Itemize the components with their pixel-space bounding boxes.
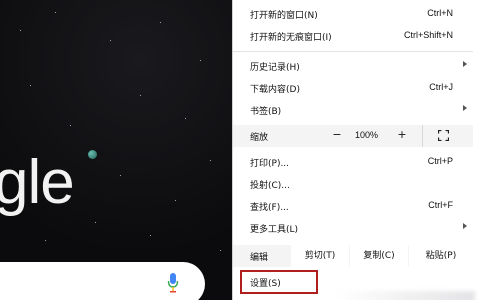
menu-item-shortcut: Ctrl+N (427, 8, 453, 18)
menu-item-print[interactable]: 打印(P)... Ctrl+P (233, 152, 473, 172)
zoom-in-button[interactable]: + (395, 128, 409, 141)
submenu-arrow-icon (463, 105, 467, 111)
star (55, 12, 56, 13)
zoom-label: 缩放 (250, 133, 269, 143)
menu-item-label: 查找(F)... (250, 203, 289, 213)
menu-item-label: 历史记录(H) (250, 63, 300, 73)
google-logo: gle (0, 148, 75, 217)
settings-highlight-box (240, 270, 318, 294)
menu-item-new-incognito-window[interactable]: 打开新的无痕窗口(I) Ctrl+Shift+N (233, 26, 473, 46)
menu-item-label: 投射(C)... (250, 181, 290, 191)
screen: gle 打开新的窗口(N) Ctrl+N 打开新的无痕窗口(I) Ctrl+Sh… (0, 0, 480, 300)
copy-button[interactable]: 复制(C) (350, 245, 408, 267)
menu-item-label: 打印(P)... (250, 159, 290, 169)
menu-item-label: 书签(B) (250, 107, 282, 117)
star (95, 222, 96, 223)
fullscreen-icon[interactable] (438, 130, 449, 141)
menu-item-find[interactable]: 查找(F)... Ctrl+F (233, 196, 473, 216)
menu-separator (233, 51, 473, 52)
star (30, 85, 31, 86)
menu-item-new-window[interactable]: 打开新的窗口(N) Ctrl+N (233, 4, 473, 24)
star (185, 118, 186, 119)
star (150, 235, 151, 236)
menu-item-shortcut: Ctrl+Shift+N (403, 30, 453, 40)
zoom-row: 缩放 − 100% + (233, 125, 473, 147)
divider (422, 125, 423, 147)
zoom-out-button[interactable]: − (330, 128, 344, 141)
star (45, 240, 46, 241)
menu-item-label: 打开新的窗口(N) (250, 11, 318, 21)
google-homepage-background: gle (0, 0, 232, 300)
menu-item-label: 下载内容(D) (250, 85, 300, 95)
star (120, 175, 121, 176)
star (20, 30, 21, 31)
menu-item-history[interactable]: 历史记录(H) (233, 56, 473, 76)
menu-item-cast[interactable]: 投射(C)... (233, 174, 473, 194)
planet-doodle (88, 150, 97, 159)
star (200, 60, 201, 61)
menu-item-shortcut: Ctrl+P (427, 156, 453, 166)
edit-row: 编辑 剪切(T) 复制(C) 粘贴(P) (233, 245, 473, 267)
menu-item-shortcut: Ctrl+J (429, 82, 453, 92)
submenu-arrow-icon (463, 223, 467, 229)
cut-button[interactable]: 剪切(T) (291, 245, 349, 267)
star (70, 125, 71, 126)
microphone-icon[interactable] (167, 272, 179, 294)
zoom-level: 100% (355, 130, 379, 140)
star (175, 200, 176, 201)
menu-item-bookmarks[interactable]: 书签(B) (233, 100, 473, 120)
blurred-watermark (335, 291, 475, 300)
star (110, 40, 111, 41)
menu-item-more-tools[interactable]: 更多工具(L) (233, 218, 473, 238)
paste-button[interactable]: 粘贴(P) (409, 245, 473, 267)
star (140, 95, 141, 96)
menu-item-shortcut: Ctrl+F (428, 200, 453, 210)
menu-item-label: 打开新的无痕窗口(I) (250, 33, 332, 43)
menu-item-label: 更多工具(L) (250, 225, 299, 235)
edit-label: 编辑 (250, 253, 269, 263)
browser-main-menu: 打开新的窗口(N) Ctrl+N 打开新的无痕窗口(I) Ctrl+Shift+… (232, 0, 475, 300)
star (220, 250, 221, 251)
menu-item-downloads[interactable]: 下载内容(D) Ctrl+J (233, 78, 473, 98)
star (210, 160, 211, 161)
star (160, 22, 161, 23)
submenu-arrow-icon (463, 61, 467, 67)
